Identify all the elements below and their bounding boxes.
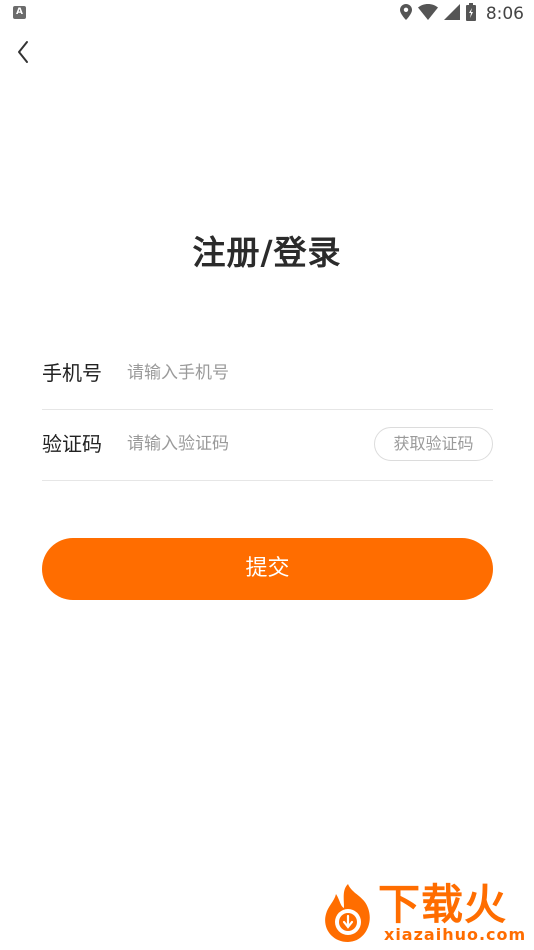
status-time: 8:06 [485, 4, 524, 24]
watermark: 下载火 xiazaihuo.com [316, 880, 530, 946]
page-title: 注册/登录 [192, 233, 342, 272]
back-arrow-icon [18, 41, 28, 63]
phone-row: 手机号 [42, 338, 493, 410]
code-input[interactable] [127, 427, 347, 461]
battery-icon [465, 3, 476, 25]
phone-label: 手机号 [42, 361, 102, 385]
flame-logo-icon [325, 884, 370, 942]
get-code-button[interactable]: 获取验证码 [374, 427, 493, 461]
signal-icon [443, 4, 460, 24]
watermark-brand: 下载火 [378, 880, 508, 929]
code-row: 验证码 获取验证码 [42, 409, 493, 481]
submit-button[interactable]: 提交 [42, 538, 493, 600]
phone-input[interactable] [127, 356, 347, 390]
code-label: 验证码 [42, 432, 102, 456]
app-notification-icon: A [13, 6, 26, 19]
wifi-icon [417, 4, 438, 24]
back-button[interactable] [10, 36, 42, 68]
watermark-url: xiazaihuo.com [384, 925, 527, 944]
status-icons: 8:06 [399, 3, 524, 25]
status-bar: A 8:06 [0, 0, 534, 28]
location-icon [399, 4, 412, 24]
